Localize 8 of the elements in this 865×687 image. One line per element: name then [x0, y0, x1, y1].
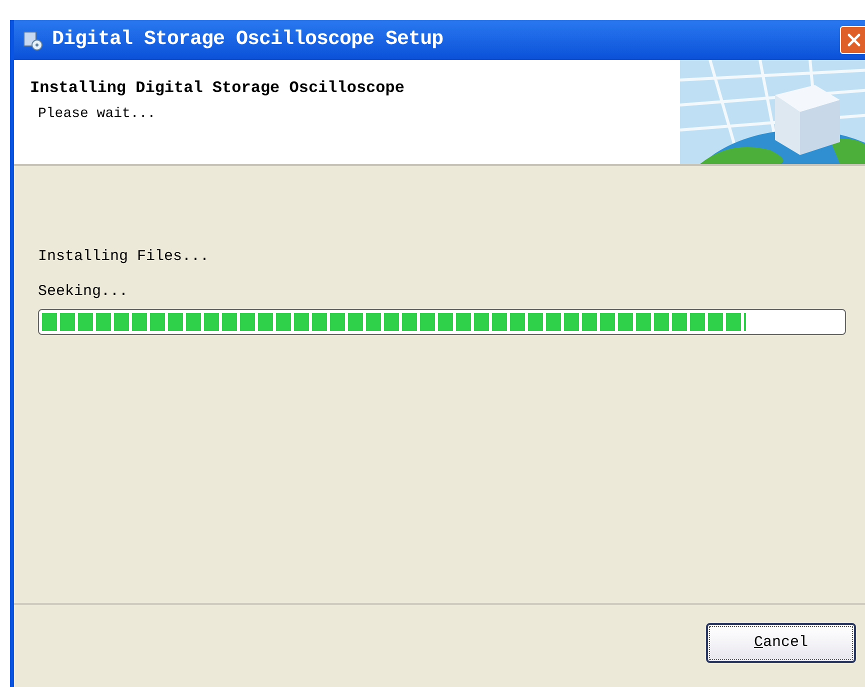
- window-title: Digital Storage Oscilloscope Setup: [52, 27, 444, 53]
- setup-icon: [22, 29, 44, 51]
- close-button[interactable]: [840, 26, 865, 54]
- cancel-button[interactable]: Cancel: [706, 623, 856, 663]
- header-subtitle: Please wait...: [37, 105, 157, 124]
- status-action: Installing Files...: [38, 247, 210, 267]
- status-detail: Seeking...: [38, 282, 130, 302]
- header-title: Installing Digital Storage Oscilloscope: [30, 78, 406, 99]
